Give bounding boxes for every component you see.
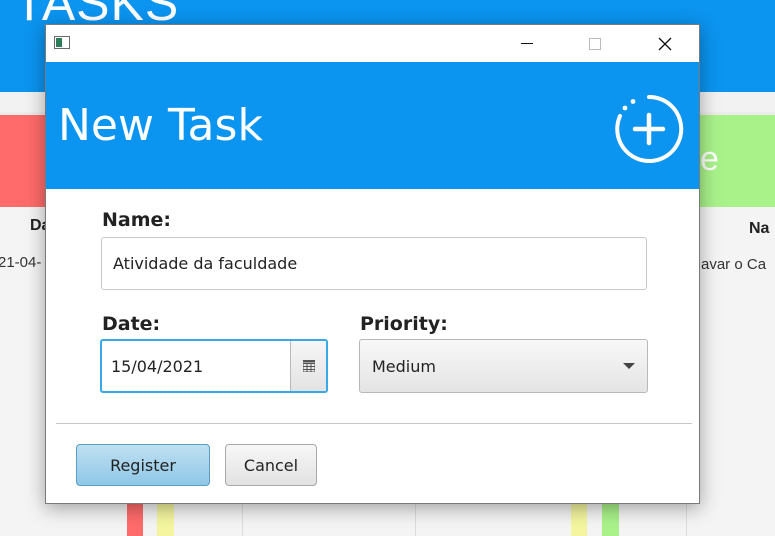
background-priority-strip-high (127, 504, 143, 536)
add-circle-icon[interactable] (614, 94, 684, 164)
background-priority-strip-medium (157, 504, 174, 536)
background-divider (415, 504, 416, 536)
priority-select[interactable]: Medium (359, 339, 648, 393)
date-label: Date: (102, 313, 161, 335)
minimize-icon (521, 43, 533, 44)
name-input[interactable] (101, 237, 647, 290)
background-priority-strip-low (602, 504, 619, 536)
background-cell-name: avar o Ca (701, 256, 767, 273)
window-titlebar[interactable] (46, 25, 699, 62)
date-picker (100, 339, 328, 393)
date-input[interactable] (102, 341, 291, 391)
new-task-dialog: New Task Name: Date: Priority: Medium Re… (45, 24, 700, 504)
dialog-title: New Task (58, 100, 263, 151)
name-label: Name: (102, 209, 172, 231)
calendar-icon (302, 360, 315, 372)
priority-selected-value: Medium (372, 356, 436, 376)
minimize-button[interactable] (504, 25, 550, 62)
background-divider (242, 504, 243, 536)
maximize-button[interactable] (572, 25, 618, 62)
background-priority-strip-medium (571, 504, 587, 536)
close-button[interactable] (642, 25, 688, 62)
calendar-button[interactable] (291, 341, 326, 391)
background-column-header-name: Na (749, 220, 770, 237)
register-button[interactable]: Register (76, 444, 210, 486)
background-card-high (0, 115, 48, 207)
close-icon (658, 37, 672, 50)
background-card-label: e (700, 140, 719, 178)
cancel-button[interactable]: Cancel (225, 444, 317, 486)
background-divider (686, 504, 687, 536)
chevron-down-icon (623, 363, 635, 369)
maximize-icon (589, 37, 601, 50)
dialog-header: New Task (46, 62, 699, 189)
divider (56, 423, 692, 424)
background-cell-date: 21-04- (0, 254, 42, 271)
priority-label: Priority: (360, 313, 448, 335)
app-icon (54, 36, 70, 49)
